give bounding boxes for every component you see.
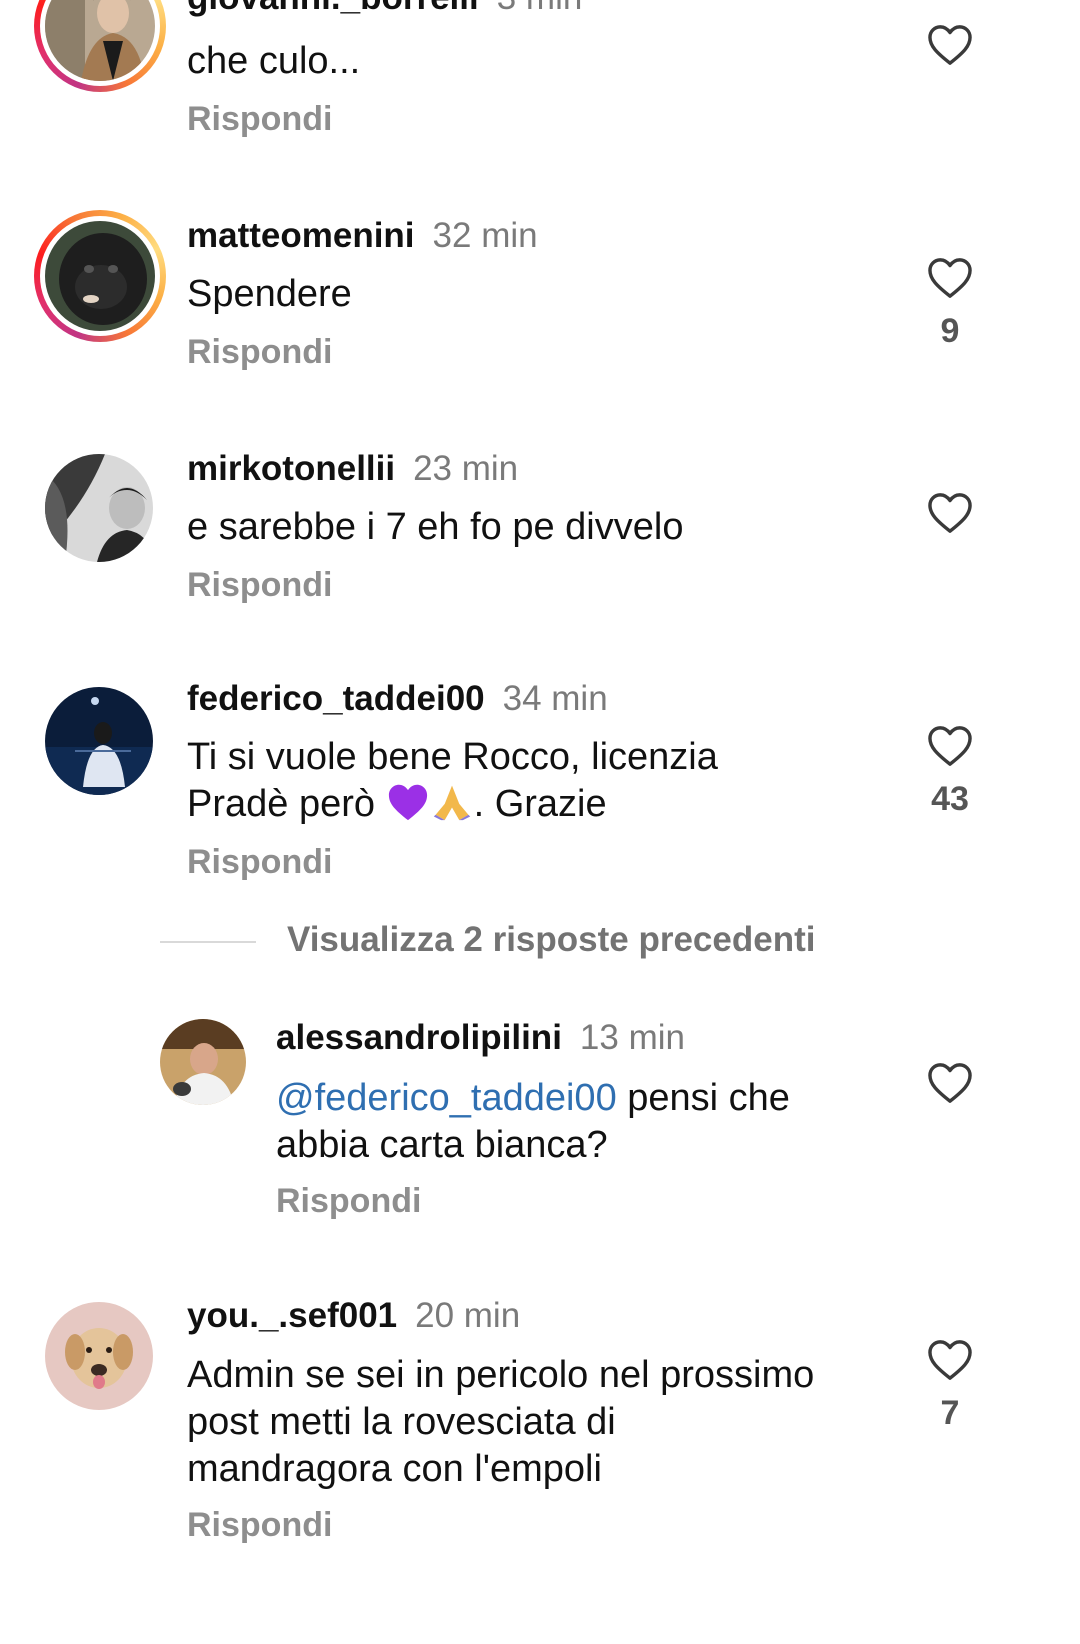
timestamp: 20 min — [415, 1296, 521, 1335]
reply-button[interactable]: Rispondi — [187, 333, 332, 372]
like-button[interactable] — [924, 492, 976, 534]
comment-text: Admin se sei in pericolo nel prossimo po… — [187, 1352, 907, 1493]
like-button[interactable] — [924, 1062, 976, 1104]
comment-header: giovanni._borrelli 3 min — [187, 0, 582, 18]
heart-outline-icon — [928, 25, 972, 65]
reply-button[interactable]: Rispondi — [276, 1182, 421, 1221]
comment-text-line2-end: . Grazie — [473, 783, 607, 825]
like-count: 9 — [940, 312, 960, 350]
username[interactable]: mirkotonellii — [187, 449, 395, 488]
view-replies-label: Visualizza 2 risposte precedenti — [287, 920, 816, 959]
avatar[interactable] — [34, 210, 166, 342]
comment-mirkotonellii: mirkotonellii 23 min e sarebbe i 7 eh fo … — [0, 440, 1080, 640]
purple-heart-emoji — [386, 782, 430, 834]
avatar[interactable] — [45, 1302, 153, 1410]
avatar[interactable] — [34, 0, 166, 92]
avatar[interactable] — [45, 687, 153, 795]
comment-text-line2: abbia carta bianca? — [276, 1124, 608, 1166]
folded-hands-emoji — [430, 782, 474, 834]
heart-outline-icon — [928, 493, 972, 533]
comment-matteomenini: matteomenini 32 min Spendere Rispondi 9 — [0, 200, 1080, 400]
comment-text-line1: Admin se sei in pericolo nel prossimo — [187, 1354, 815, 1396]
reply-button[interactable]: Rispondi — [187, 100, 332, 139]
username[interactable]: matteomenini — [187, 216, 415, 255]
reply-button[interactable]: Rispondi — [187, 843, 332, 882]
comment-text-line1: pensi che — [616, 1077, 790, 1119]
like-button[interactable] — [924, 24, 976, 66]
comment-text-line3: mandragora con l'empoli — [187, 1448, 602, 1490]
comment-you-sef001: you._.sef001 20 min Admin se sei in peric… — [0, 1290, 1080, 1644]
timestamp: 3 min — [497, 0, 583, 17]
timestamp: 32 min — [432, 216, 538, 255]
comment-header: federico_taddei00 34 min — [187, 679, 608, 719]
comment-text: @federico_taddei00 pensi che abbia carta… — [276, 1075, 896, 1169]
comment-header: matteomenini 32 min — [187, 216, 538, 256]
heart-outline-icon — [928, 1063, 972, 1103]
comment-text-line1: Ti si vuole bene Rocco, licenzia — [187, 736, 718, 778]
username[interactable]: giovanni._borrelli — [187, 0, 479, 17]
comment-text: e sarebbe i 7 eh fo pe divvelo — [187, 506, 684, 548]
reply-button[interactable]: Rispondi — [187, 1506, 332, 1545]
comment-text: Ti si vuole bene Rocco, licenzia Pradè p… — [187, 734, 887, 834]
like-count: 7 — [940, 1394, 960, 1432]
like-button[interactable]: 7 — [924, 1339, 976, 1433]
timestamp: 34 min — [502, 679, 608, 718]
comment-text-line2: post metti la rovesciata di — [187, 1401, 616, 1443]
comment-giovanni: giovanni._borrelli 3 min che culo... Risp… — [0, 0, 1080, 150]
comment-text-line2: Pradè però — [187, 783, 376, 825]
like-button[interactable]: 43 — [924, 725, 976, 819]
comment-header: alessandrolipilini 13 min — [276, 1018, 685, 1058]
comment-header: mirkotonellii 23 min — [187, 449, 518, 489]
comment-federico-taddei: federico_taddei00 34 min Ti si vuole bene… — [0, 679, 1080, 910]
username[interactable]: federico_taddei00 — [187, 679, 485, 718]
heart-outline-icon — [928, 1340, 972, 1380]
comment-text: che culo... — [187, 40, 361, 82]
username[interactable]: you._.sef001 — [187, 1296, 397, 1335]
avatar[interactable] — [45, 454, 153, 562]
view-previous-replies-button[interactable]: Visualizza 2 risposte precedenti — [160, 920, 1060, 964]
timestamp: 23 min — [413, 449, 519, 488]
reply-alessandrolipilini: alessandrolipilini 13 min @federico_tadde… — [0, 1015, 1080, 1235]
mention-link[interactable]: @federico_taddei00 — [276, 1077, 617, 1119]
heart-outline-icon — [928, 726, 972, 766]
replies-divider — [160, 941, 256, 943]
heart-outline-icon — [928, 258, 972, 298]
like-count: 43 — [931, 780, 969, 818]
avatar[interactable] — [160, 1019, 246, 1105]
timestamp: 13 min — [579, 1018, 685, 1057]
comment-header: you._.sef001 20 min — [187, 1296, 520, 1336]
like-button[interactable]: 9 — [924, 257, 976, 351]
comment-text: Spendere — [187, 273, 352, 315]
username[interactable]: alessandrolipilini — [276, 1018, 562, 1057]
reply-button[interactable]: Rispondi — [187, 566, 332, 605]
